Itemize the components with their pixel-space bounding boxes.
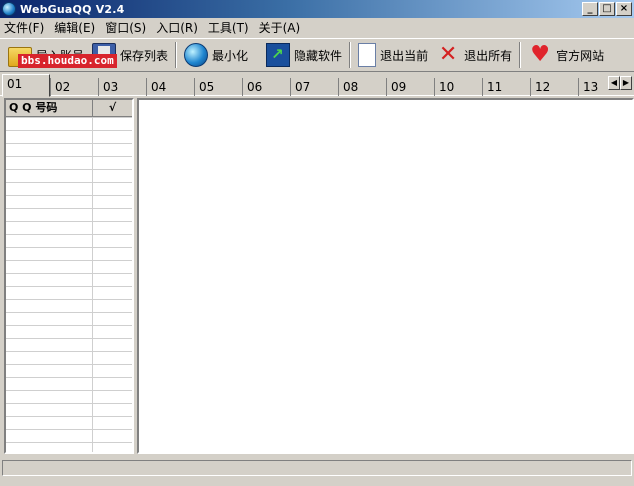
status-bar: [0, 458, 634, 486]
red-x-icon: ✕: [438, 42, 458, 67]
tab-03[interactable]: 03: [98, 78, 146, 96]
minimize-app-button[interactable]: 最小化: [180, 40, 252, 70]
heart-icon: ♥: [530, 42, 550, 67]
official-website-button[interactable]: ♥ 官方网站: [524, 40, 608, 70]
toolbar-separator: [519, 42, 522, 68]
watermark-text: bbs.houdao.com: [18, 54, 117, 68]
exit-all-button[interactable]: ✕ 退出所有: [432, 40, 516, 70]
official-website-label: 官方网站: [556, 48, 605, 63]
tab-13[interactable]: 13: [578, 78, 606, 96]
minimize-button[interactable]: _: [582, 2, 598, 16]
exit-current-label: 退出当前: [380, 48, 429, 63]
qq-number-column-header[interactable]: Q Q 号码: [6, 100, 93, 116]
menu-file[interactable]: 文件(F): [0, 19, 50, 36]
status-pane: [2, 460, 632, 476]
qq-account-list[interactable]: Q Q 号码 √: [4, 98, 134, 454]
app-globe-icon: [2, 2, 16, 16]
menu-entry[interactable]: 入口(R): [152, 19, 204, 36]
tab-10[interactable]: 10: [434, 78, 482, 96]
menu-edit[interactable]: 编辑(E): [50, 19, 101, 36]
check-column-header[interactable]: √: [93, 100, 132, 116]
main-content-panel[interactable]: [137, 98, 634, 454]
toolbar-separator: [175, 42, 178, 68]
tab-05[interactable]: 05: [194, 78, 242, 96]
menu-bar: 文件(F) 编辑(E) 窗口(S) 入口(R) 工具(T) 关于(A): [0, 18, 634, 37]
tab-12[interactable]: 12: [530, 78, 578, 96]
exit-current-button[interactable]: 退出当前: [354, 40, 432, 70]
maximize-button[interactable]: □: [599, 2, 615, 16]
tab-09[interactable]: 09: [386, 78, 434, 96]
save-list-label: 保存列表: [120, 48, 169, 63]
window-controls: _ □ ×: [581, 2, 632, 16]
menu-tools[interactable]: 工具(T): [204, 19, 255, 36]
exit-all-label: 退出所有: [464, 48, 513, 63]
document-icon: [358, 43, 377, 67]
tab-01[interactable]: 01: [2, 74, 50, 97]
tab-strip: 01 02 03 04 05 06 07 08 09 10 11 12 13 ◀…: [0, 74, 634, 97]
globe-icon: [184, 43, 209, 67]
window-title: WebGuaQQ V2.4: [20, 2, 125, 16]
tab-11[interactable]: 11: [482, 78, 530, 96]
list-rows: [6, 117, 132, 452]
tab-04[interactable]: 04: [146, 78, 194, 96]
tab-06[interactable]: 06: [242, 78, 290, 96]
list-header: Q Q 号码 √: [6, 100, 132, 117]
hide-app-button[interactable]: 隐藏软件: [262, 40, 346, 70]
tab-07[interactable]: 07: [290, 78, 338, 96]
toolbar-separator: [349, 42, 352, 68]
tab-08[interactable]: 08: [338, 78, 386, 96]
minimize-app-label: 最小化: [212, 48, 249, 63]
title-bar: WebGuaQQ V2.4 _ □ ×: [0, 0, 634, 18]
close-button[interactable]: ×: [616, 2, 632, 16]
tab-scroll-left-button[interactable]: ◀: [608, 76, 620, 90]
list-column-divider: [92, 117, 93, 452]
tab-02[interactable]: 02: [50, 78, 98, 96]
hide-window-icon: [266, 43, 291, 67]
menu-about[interactable]: 关于(A): [255, 19, 307, 36]
hide-app-label: 隐藏软件: [294, 48, 343, 63]
tab-scroll-right-button[interactable]: ▶: [620, 76, 632, 90]
menu-window[interactable]: 窗口(S): [101, 19, 152, 36]
